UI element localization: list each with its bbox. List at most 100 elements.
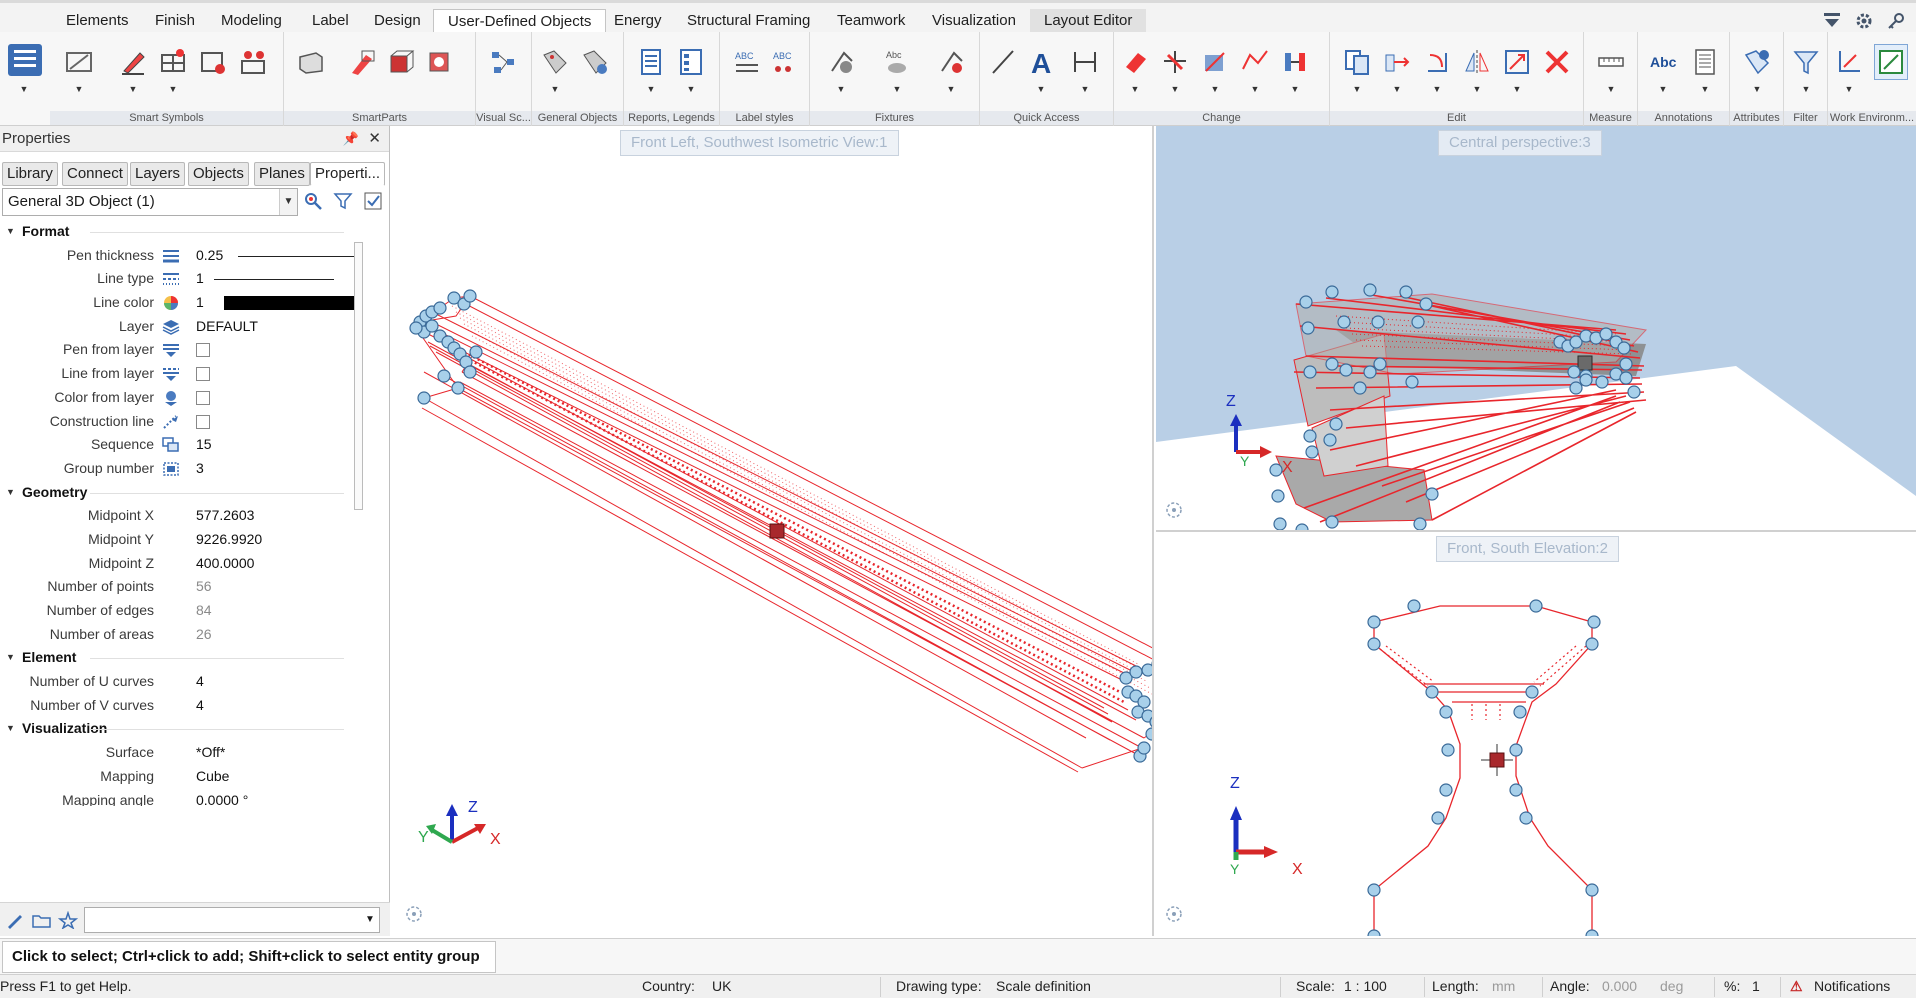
property-scrollbar[interactable] bbox=[352, 228, 364, 798]
handle-point[interactable] bbox=[1441, 743, 1455, 757]
smartpart-button-4[interactable] bbox=[422, 44, 456, 80]
dropdown-icon[interactable]: ▼ bbox=[1290, 84, 1300, 94]
measure-button[interactable] bbox=[1594, 44, 1628, 80]
fixture-button-1[interactable] bbox=[824, 44, 858, 80]
filter-button[interactable] bbox=[1789, 44, 1823, 80]
dropdown-icon[interactable]: ▼ bbox=[1801, 84, 1811, 94]
dropdown-icon[interactable]: ▼ bbox=[1352, 84, 1362, 94]
handle-point[interactable] bbox=[1301, 321, 1315, 335]
handle-point[interactable] bbox=[1271, 489, 1285, 503]
handle-point[interactable] bbox=[1419, 297, 1433, 311]
handle-point[interactable] bbox=[1305, 445, 1319, 459]
smart-symbol-button-3[interactable] bbox=[156, 44, 190, 80]
move-button[interactable] bbox=[1380, 44, 1414, 80]
handle-point[interactable] bbox=[1129, 665, 1143, 679]
rotate-button[interactable] bbox=[1420, 44, 1454, 80]
smartpart-button-2[interactable] bbox=[346, 44, 380, 80]
handle-point[interactable] bbox=[1299, 295, 1313, 309]
handle-point[interactable] bbox=[1339, 363, 1353, 377]
dropdown-icon[interactable]: ▼ bbox=[686, 84, 696, 94]
handle-point[interactable] bbox=[1413, 517, 1427, 530]
line-from-layer-checkbox[interactable] bbox=[196, 367, 210, 382]
legend-button[interactable] bbox=[674, 44, 708, 80]
open-folder-icon[interactable] bbox=[32, 911, 52, 929]
handle-point[interactable] bbox=[1411, 315, 1425, 329]
change-button-4[interactable] bbox=[1238, 44, 1272, 80]
delete-button[interactable] bbox=[1540, 44, 1574, 80]
handle-point[interactable] bbox=[417, 391, 431, 405]
dropdown-icon[interactable]: ▼ bbox=[1844, 84, 1854, 94]
smart-symbol-button-5[interactable] bbox=[236, 44, 270, 80]
dropdown-icon[interactable]: ▼ bbox=[1392, 84, 1402, 94]
key-icon[interactable] bbox=[1886, 11, 1906, 31]
section-element[interactable]: Element bbox=[0, 646, 372, 670]
handle-point[interactable] bbox=[1599, 327, 1613, 341]
text-button[interactable]: A bbox=[1024, 44, 1058, 80]
handle-point[interactable] bbox=[1567, 365, 1581, 379]
row-line-from-layer[interactable]: Line from layer bbox=[0, 362, 372, 386]
row-sequence[interactable]: Sequence 15 bbox=[0, 433, 372, 457]
visual-script-button[interactable] bbox=[486, 44, 520, 80]
drawing-type-value[interactable]: Scale definition bbox=[996, 978, 1091, 994]
construction-line-checkbox[interactable] bbox=[196, 414, 210, 429]
smart-symbol-button-1[interactable] bbox=[62, 44, 96, 80]
handle-point[interactable] bbox=[1141, 663, 1154, 677]
notification-alert-icon[interactable]: ⚠ bbox=[1790, 978, 1803, 995]
handle-point[interactable] bbox=[1367, 929, 1381, 936]
handle-point[interactable] bbox=[1399, 285, 1413, 299]
handle-point[interactable] bbox=[1425, 487, 1439, 501]
handle-point[interactable] bbox=[1619, 371, 1633, 385]
row-line-color[interactable]: Line color 1 bbox=[0, 291, 372, 315]
row-midpoint-x[interactable]: Midpoint X 577.2603 bbox=[0, 504, 372, 528]
zoom-search-icon[interactable] bbox=[302, 190, 324, 212]
row-surface[interactable]: Surface *Off* bbox=[0, 741, 372, 765]
handle-point[interactable] bbox=[1363, 283, 1377, 297]
length-unit[interactable]: mm bbox=[1492, 978, 1515, 994]
handle-point[interactable] bbox=[1513, 705, 1527, 719]
app-menu-button[interactable] bbox=[4, 38, 46, 82]
handle-point[interactable] bbox=[451, 381, 465, 395]
handle-point[interactable] bbox=[1367, 637, 1381, 651]
copy-button[interactable] bbox=[1340, 44, 1374, 80]
close-icon[interactable]: ✕ bbox=[368, 126, 381, 152]
dropdown-icon[interactable]: ▼ bbox=[1472, 84, 1482, 94]
gear-icon[interactable] bbox=[1854, 11, 1874, 31]
smart-symbol-button-4[interactable] bbox=[196, 44, 230, 80]
filter-icon[interactable] bbox=[332, 190, 354, 212]
handle-point[interactable] bbox=[1585, 929, 1599, 936]
scrollbar-thumb[interactable] bbox=[354, 242, 363, 510]
dropdown-icon[interactable]: ▼ bbox=[1432, 84, 1442, 94]
row-mapping-angle[interactable]: Mapping angle 0.0000 ° bbox=[0, 789, 372, 807]
country-value[interactable]: UK bbox=[712, 978, 731, 994]
checkbox-apply-icon[interactable] bbox=[362, 190, 384, 212]
change-button-5[interactable] bbox=[1278, 44, 1312, 80]
mirror-button[interactable] bbox=[1460, 44, 1494, 80]
work-env-button-1[interactable] bbox=[1832, 44, 1866, 80]
perspective-drawing[interactable]: Z X Y bbox=[1156, 126, 1916, 532]
handle-point[interactable] bbox=[1329, 417, 1343, 431]
midpoint-handle[interactable] bbox=[769, 523, 785, 539]
handle-point[interactable] bbox=[1579, 373, 1593, 387]
smart-symbol-button-2[interactable] bbox=[116, 44, 150, 80]
handle-point[interactable] bbox=[425, 319, 439, 333]
pin-icon[interactable]: 📌 bbox=[343, 126, 359, 152]
handle-point[interactable] bbox=[1137, 741, 1151, 755]
dropdown-icon[interactable]: ▼ bbox=[74, 84, 84, 94]
row-group-number[interactable]: Group number 3 bbox=[0, 457, 372, 481]
handle-point[interactable] bbox=[1619, 357, 1633, 371]
front-drawing[interactable]: Z X Y bbox=[1156, 534, 1916, 936]
handle-point[interactable] bbox=[1337, 315, 1351, 329]
section-visualization[interactable]: Visualization bbox=[0, 717, 372, 741]
line-button[interactable] bbox=[986, 44, 1020, 80]
dropdown-icon[interactable]: ▼ bbox=[646, 84, 656, 94]
dropdown-icon[interactable]: ▼ bbox=[946, 84, 956, 94]
tab-connect[interactable]: Connect bbox=[62, 162, 128, 186]
row-pen-from-layer[interactable]: Pen from layer bbox=[0, 338, 372, 362]
pick-pencil-icon[interactable] bbox=[6, 911, 26, 929]
dropdown-icon[interactable]: ▼ bbox=[128, 84, 138, 94]
favorites-icon[interactable] bbox=[58, 911, 78, 929]
handle-point[interactable] bbox=[1585, 637, 1599, 651]
view-settings-icon[interactable] bbox=[1164, 500, 1184, 520]
viewport-front-elevation[interactable]: Front, South Elevation:2 Z X Y bbox=[1156, 534, 1916, 936]
handle-point[interactable] bbox=[463, 289, 477, 303]
